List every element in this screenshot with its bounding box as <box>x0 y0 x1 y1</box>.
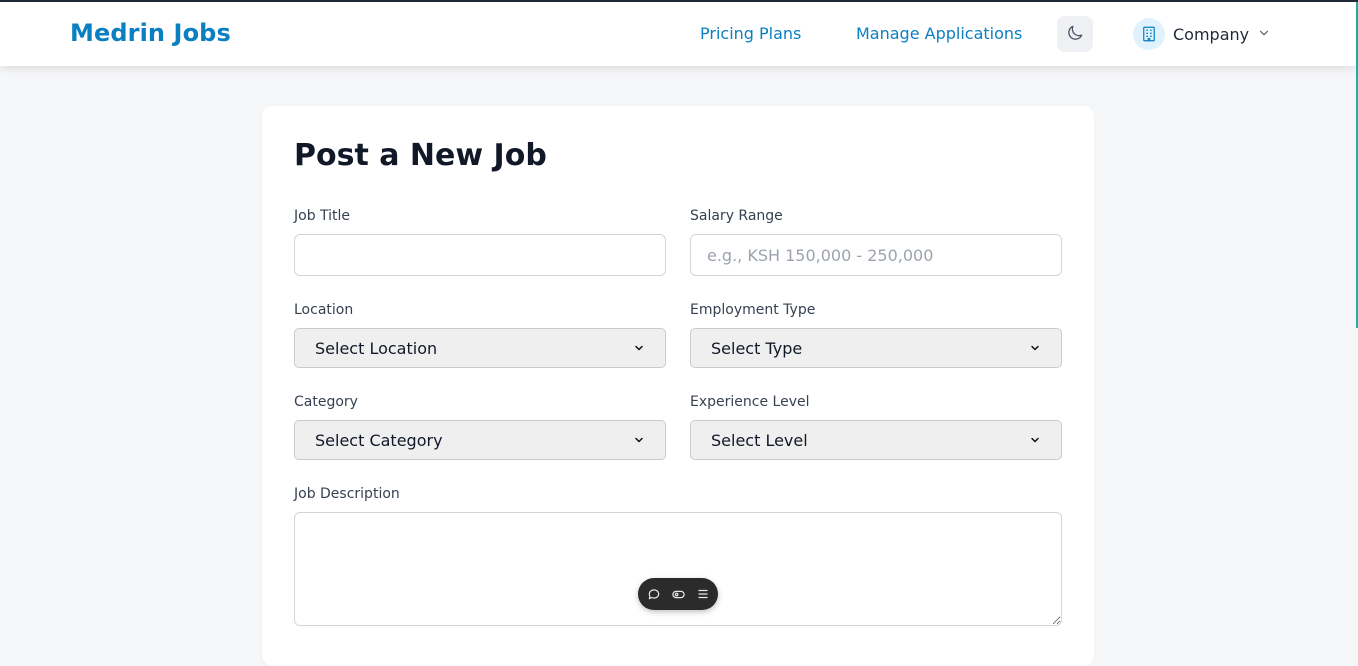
salary-range-input[interactable] <box>690 234 1062 276</box>
company-menu[interactable]: Company <box>1133 16 1271 52</box>
floating-toolbar <box>638 578 718 610</box>
building-icon <box>1133 18 1165 50</box>
location-select-value: Select Location <box>315 338 438 358</box>
category-label: Category <box>294 394 358 410</box>
moon-icon <box>1065 23 1085 46</box>
employment-type-label: Employment Type <box>690 302 816 318</box>
nav-pricing-plans[interactable]: Pricing Plans <box>700 24 801 43</box>
chevron-down-icon <box>633 431 645 450</box>
location-select[interactable]: Select Location <box>294 328 666 368</box>
category-select-value: Select Category <box>315 430 443 450</box>
page-title: Post a New Job <box>294 138 547 173</box>
brand-logo[interactable]: Medrin Jobs <box>70 19 231 47</box>
chevron-down-icon <box>1029 339 1041 358</box>
chevron-down-icon <box>633 339 645 358</box>
chevron-down-icon <box>1257 25 1271 44</box>
employment-type-select-value: Select Type <box>711 338 803 358</box>
theme-toggle-button[interactable] <box>1057 16 1093 52</box>
job-title-label: Job Title <box>294 208 351 224</box>
location-label: Location <box>294 302 354 318</box>
chevron-down-icon <box>1029 431 1041 450</box>
comment-icon[interactable] <box>645 585 663 603</box>
job-description-label: Job Description <box>294 486 400 502</box>
employment-type-select[interactable]: Select Type <box>690 328 1062 368</box>
experience-level-label: Experience Level <box>690 394 810 410</box>
salary-range-label: Salary Range <box>690 208 783 224</box>
experience-level-select-value: Select Level <box>711 430 808 450</box>
top-navbar: Medrin Jobs Pricing Plans Manage Applica… <box>0 2 1356 66</box>
eye-icon[interactable] <box>669 585 687 603</box>
experience-level-select[interactable]: Select Level <box>690 420 1062 460</box>
nav-manage-applications[interactable]: Manage Applications <box>856 24 1022 43</box>
category-select[interactable]: Select Category <box>294 420 666 460</box>
company-label: Company <box>1173 24 1250 44</box>
job-title-input[interactable] <box>294 234 666 276</box>
menu-icon[interactable] <box>694 585 712 603</box>
